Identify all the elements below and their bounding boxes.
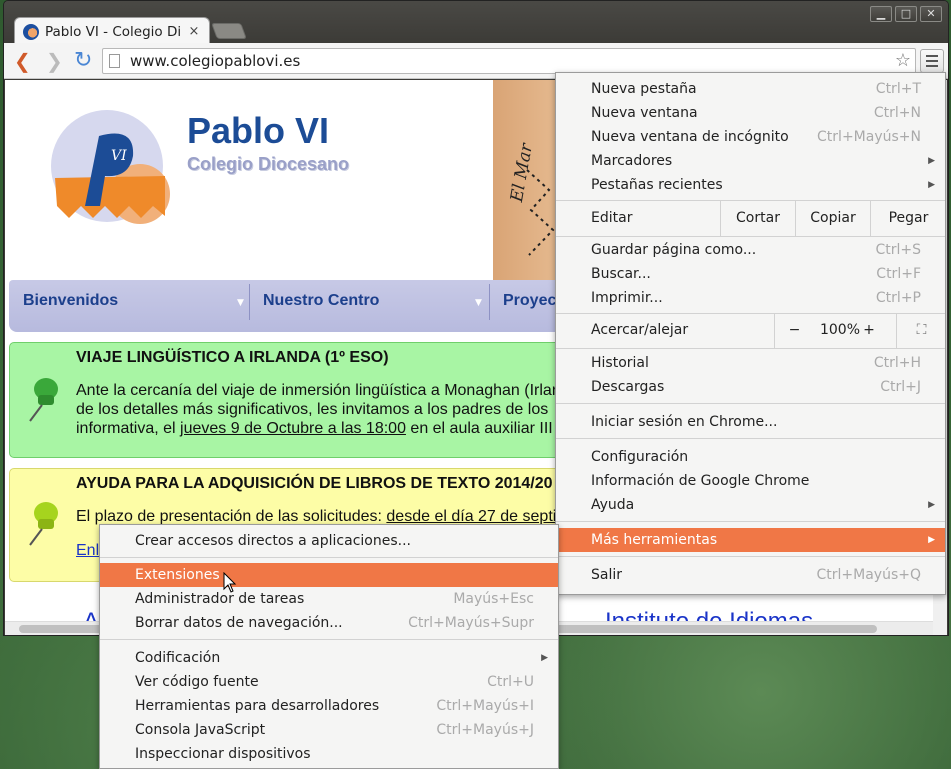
submenu-item-borrar-datos[interactable]: Borrar datos de navegación... Ctrl+Mayús+… — [100, 611, 558, 635]
site-subtitle: Colegio Diocesano — [187, 154, 350, 174]
menu-item-marcadores[interactable]: Marcadores ▶ — [556, 149, 945, 173]
dropdown-arrow-icon: ▼ — [475, 298, 482, 308]
menu-item-historial[interactable]: Historial Ctrl+H — [556, 351, 945, 375]
copy-button[interactable]: Copiar — [795, 200, 870, 236]
window-controls: ▁ □ ✕ — [870, 6, 942, 22]
address-bar[interactable]: www.colegiopablovi.es ☆ — [102, 48, 916, 74]
submenu-item-inspeccionar[interactable]: Inspeccionar dispositivos — [100, 742, 558, 766]
notice-text: Ante la cercanía del viaje de inmersión … — [76, 382, 561, 399]
menu-separator — [556, 236, 945, 237]
zoom-label: Acercar/alejar — [591, 322, 689, 338]
submenu-item-crear-accesos[interactable]: Crear accesos directos a aplicaciones... — [100, 529, 558, 553]
notice-text: de los detalles más significativos, les … — [76, 401, 549, 418]
menu-item-imprimir[interactable]: Imprimir... Ctrl+P — [556, 286, 945, 310]
pushpin-icon — [29, 502, 58, 546]
nav-item-bienvenidos[interactable]: Bienvenidos — [9, 280, 249, 322]
site-title: Pablo VI — [187, 110, 330, 151]
mouse-cursor-icon — [223, 572, 237, 593]
menu-separator — [556, 438, 945, 439]
nav-item-nuestro-centro[interactable]: Nuestro Centro — [249, 280, 489, 322]
date-link[interactable]: jueves 9 de Octubre a las 18:00 — [180, 420, 406, 437]
menu-item-salir[interactable]: Salir Ctrl+Mayús+Q — [556, 563, 945, 587]
zoom-row: Acercar/alejar − 100% + ⛶ — [556, 313, 945, 348]
chrome-menu: Nueva pestaña Ctrl+T Nueva ventana Ctrl+N … — [555, 72, 946, 595]
banner-drawing — [526, 169, 555, 256]
menu-item-nueva-pestana[interactable]: Nueva pestaña Ctrl+T — [556, 77, 945, 101]
edit-row: Editar Cortar Copiar Pegar — [556, 200, 945, 236]
notice-text: informativa, el jueves 9 de Octubre a la… — [76, 420, 566, 437]
minimize-button[interactable]: ▁ — [870, 6, 892, 22]
paste-button[interactable]: Pegar — [870, 200, 946, 236]
favicon-icon — [23, 23, 39, 40]
menu-item-informacion[interactable]: Información de Google Chrome — [556, 469, 945, 493]
tab-close-icon[interactable]: × — [187, 24, 201, 39]
more-tools-submenu: Crear accesos directos a aplicaciones...… — [99, 524, 559, 769]
page-icon — [109, 54, 120, 68]
menu-separator — [556, 348, 945, 349]
menu-item-pestanas-recientes[interactable]: Pestañas recientes ▶ — [556, 173, 945, 197]
notice-heading: AYUDA PARA LA ADQUISICIÓN DE LIBROS DE T… — [76, 475, 553, 492]
menu-separator — [100, 557, 558, 558]
menu-separator — [556, 556, 945, 557]
menu-item-configuracion[interactable]: Configuración — [556, 445, 945, 469]
cut-button[interactable]: Cortar — [720, 200, 795, 236]
menu-item-mas-herramientas[interactable]: Más herramientas ▶ — [556, 528, 945, 552]
menu-item-ayuda[interactable]: Ayuda ▶ — [556, 493, 945, 517]
submenu-arrow-icon: ▶ — [928, 156, 935, 166]
school-logo: VI — [51, 110, 170, 224]
submenu-item-herramientas-dev[interactable]: Herramientas para desarrolladores Ctrl+Ma… — [100, 694, 558, 718]
chrome-menu-button[interactable] — [920, 49, 944, 73]
submenu-item-extensiones[interactable]: Extensiones — [100, 563, 558, 587]
back-arrow-icon[interactable]: ❮ — [14, 51, 31, 71]
submenu-arrow-icon: ▶ — [928, 500, 935, 510]
menu-item-guardar[interactable]: Guardar página como... Ctrl+S — [556, 238, 945, 262]
tab-active[interactable]: Pablo VI - Colegio Di × — [14, 17, 210, 45]
reload-icon[interactable]: ↻ — [74, 50, 92, 72]
svg-text:VI: VI — [111, 148, 127, 164]
new-tab-button[interactable] — [211, 23, 247, 39]
bookmark-star-icon[interactable]: ☆ — [895, 50, 911, 71]
submenu-arrow-icon: ▶ — [928, 180, 935, 190]
menu-item-iniciar-sesion[interactable]: Iniciar sesión en Chrome... — [556, 410, 945, 434]
menu-item-descargas[interactable]: Descargas Ctrl+J — [556, 375, 945, 399]
notice-irlanda: VIAJE LINGÜÍSTICO A IRLANDA (1º ESO) Ant… — [9, 342, 569, 458]
submenu-item-administrador[interactable]: Administrador de tareas Mayús+Esc — [100, 587, 558, 611]
submenu-arrow-icon: ▶ — [541, 653, 548, 663]
banner-image: El Mar — [493, 80, 563, 280]
submenu-arrow-icon: ▶ — [928, 535, 935, 545]
edit-label: Editar — [591, 210, 633, 226]
menu-item-incognito[interactable]: Nueva ventana de incógnito Ctrl+Mayús+N — [556, 125, 945, 149]
menu-separator — [556, 403, 945, 404]
title-bar: Pablo VI - Colegio Di × ▁ □ ✕ — [4, 1, 948, 45]
menu-separator — [100, 639, 558, 640]
menu-separator — [556, 521, 945, 522]
tab-title: Pablo VI - Colegio Di — [45, 23, 182, 40]
notice-heading: VIAJE LINGÜÍSTICO A IRLANDA (1º ESO) — [76, 349, 389, 366]
url-text: www.colegiopablovi.es — [130, 52, 301, 70]
submenu-item-ver-codigo[interactable]: Ver código fuente Ctrl+U — [100, 670, 558, 694]
zoom-in-button[interactable]: + — [852, 313, 886, 348]
pushpin-icon — [29, 378, 58, 422]
submenu-item-codificacion[interactable]: Codificación ▶ — [100, 646, 558, 670]
fullscreen-icon[interactable]: ⛶ — [896, 313, 946, 348]
menu-item-nueva-ventana[interactable]: Nueva ventana Ctrl+N — [556, 101, 945, 125]
forward-arrow-icon[interactable]: ❯ — [46, 51, 63, 71]
zoom-out-button[interactable]: − — [774, 313, 814, 348]
dropdown-arrow-icon: ▼ — [237, 298, 244, 308]
menu-item-buscar[interactable]: Buscar... Ctrl+F — [556, 262, 945, 286]
maximize-button[interactable]: □ — [895, 6, 917, 22]
site-navigation: Bienvenidos ▼ Nuestro Centro ▼ Proyect — [9, 280, 569, 332]
date-link[interactable]: desde el día 27 de septie — [386, 508, 565, 525]
close-window-button[interactable]: ✕ — [920, 6, 942, 22]
submenu-item-consola[interactable]: Consola JavaScript Ctrl+Mayús+J — [100, 718, 558, 742]
